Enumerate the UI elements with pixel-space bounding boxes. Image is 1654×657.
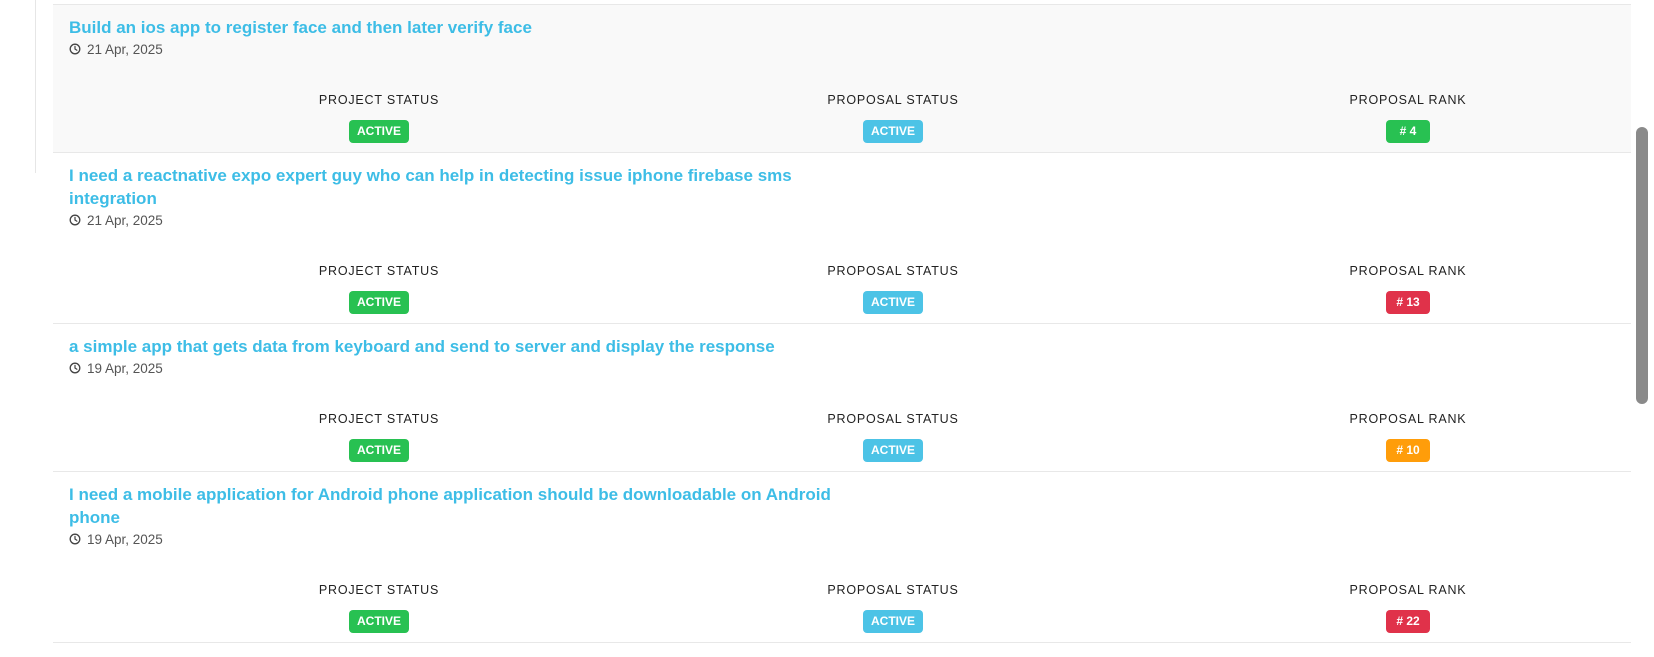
project-status: PROJECT STATUS ACTIVE [259, 582, 499, 633]
clock-icon [69, 533, 81, 545]
project-date: 19 Apr, 2025 [69, 530, 1615, 548]
project-status-badge: ACTIVE [348, 610, 409, 633]
project-date: 21 Apr, 2025 [69, 211, 1615, 229]
proposal-rank-label: PROPOSAL RANK [1349, 93, 1467, 107]
project-date-text: 19 Apr, 2025 [87, 531, 163, 547]
proposal-status: PROPOSAL STATUS ACTIVE [773, 263, 1013, 314]
project-date-text: 19 Apr, 2025 [87, 360, 163, 376]
project-stats: PROJECT STATUS ACTIVE PROPOSAL STATUS AC… [53, 582, 1631, 634]
project-status-label: PROJECT STATUS [318, 412, 440, 426]
project-date-text: 21 Apr, 2025 [87, 212, 163, 228]
project-stats: PROJECT STATUS ACTIVE PROPOSAL STATUS AC… [53, 263, 1631, 315]
proposal-status: PROPOSAL STATUS ACTIVE [773, 92, 1013, 143]
project-title-link[interactable]: Build an ios app to register face and th… [69, 16, 859, 39]
project-date-text: 21 Apr, 2025 [87, 41, 163, 57]
page: Build an ios app to register face and th… [0, 0, 1654, 657]
proposal-status-badge: ACTIVE [862, 291, 923, 314]
proposal-rank: PROPOSAL RANK # 22 [1288, 582, 1528, 633]
project-status-badge: ACTIVE [348, 291, 409, 314]
proposal-status: PROPOSAL STATUS ACTIVE [773, 411, 1013, 462]
project-status-label: PROJECT STATUS [318, 264, 440, 278]
clock-icon [69, 362, 81, 374]
proposal-status-badge: ACTIVE [862, 610, 923, 633]
project-title-link[interactable]: I need a reactnative expo expert guy who… [69, 164, 859, 210]
clock-icon [69, 214, 81, 226]
project-row: a simple app that gets data from keyboar… [53, 324, 1631, 472]
project-list: Build an ios app to register face and th… [53, 4, 1631, 643]
proposal-rank: PROPOSAL RANK # 10 [1288, 411, 1528, 462]
sidebar-divider [35, 0, 36, 173]
project-row: I need a reactnative expo expert guy who… [53, 153, 1631, 324]
project-status: PROJECT STATUS ACTIVE [259, 411, 499, 462]
proposal-status-label: PROPOSAL STATUS [827, 93, 959, 107]
proposal-rank-badge: # 22 [1386, 610, 1430, 633]
project-stats: PROJECT STATUS ACTIVE PROPOSAL STATUS AC… [53, 411, 1631, 463]
proposal-status-label: PROPOSAL STATUS [827, 583, 959, 597]
project-status-label: PROJECT STATUS [318, 93, 440, 107]
project-status: PROJECT STATUS ACTIVE [259, 92, 499, 143]
project-row: Build an ios app to register face and th… [53, 5, 1631, 153]
project-date: 21 Apr, 2025 [69, 40, 1615, 58]
proposal-rank-label: PROPOSAL RANK [1349, 264, 1467, 278]
proposal-status-label: PROPOSAL STATUS [827, 264, 959, 278]
scrollbar-thumb[interactable] [1636, 127, 1648, 404]
proposal-rank-badge: # 10 [1386, 439, 1430, 462]
project-status-label: PROJECT STATUS [318, 583, 440, 597]
proposal-rank-badge: # 13 [1386, 291, 1430, 314]
proposal-rank-label: PROPOSAL RANK [1349, 583, 1467, 597]
proposal-status-badge: ACTIVE [862, 439, 923, 462]
project-stats: PROJECT STATUS ACTIVE PROPOSAL STATUS AC… [53, 92, 1631, 144]
project-status-badge: ACTIVE [348, 120, 409, 143]
project-title-link[interactable]: I need a mobile application for Android … [69, 483, 859, 529]
project-status: PROJECT STATUS ACTIVE [259, 263, 499, 314]
proposal-rank-label: PROPOSAL RANK [1349, 412, 1467, 426]
proposal-status: PROPOSAL STATUS ACTIVE [773, 582, 1013, 633]
project-status-badge: ACTIVE [348, 439, 409, 462]
proposal-rank-badge: # 4 [1386, 120, 1430, 143]
proposal-status-label: PROPOSAL STATUS [827, 412, 959, 426]
clock-icon [69, 43, 81, 55]
project-title-link[interactable]: a simple app that gets data from keyboar… [69, 335, 859, 358]
proposal-rank: PROPOSAL RANK # 4 [1288, 92, 1528, 143]
proposal-status-badge: ACTIVE [862, 120, 923, 143]
project-row: I need a mobile application for Android … [53, 472, 1631, 643]
project-date: 19 Apr, 2025 [69, 359, 1615, 377]
proposal-rank: PROPOSAL RANK # 13 [1288, 263, 1528, 314]
